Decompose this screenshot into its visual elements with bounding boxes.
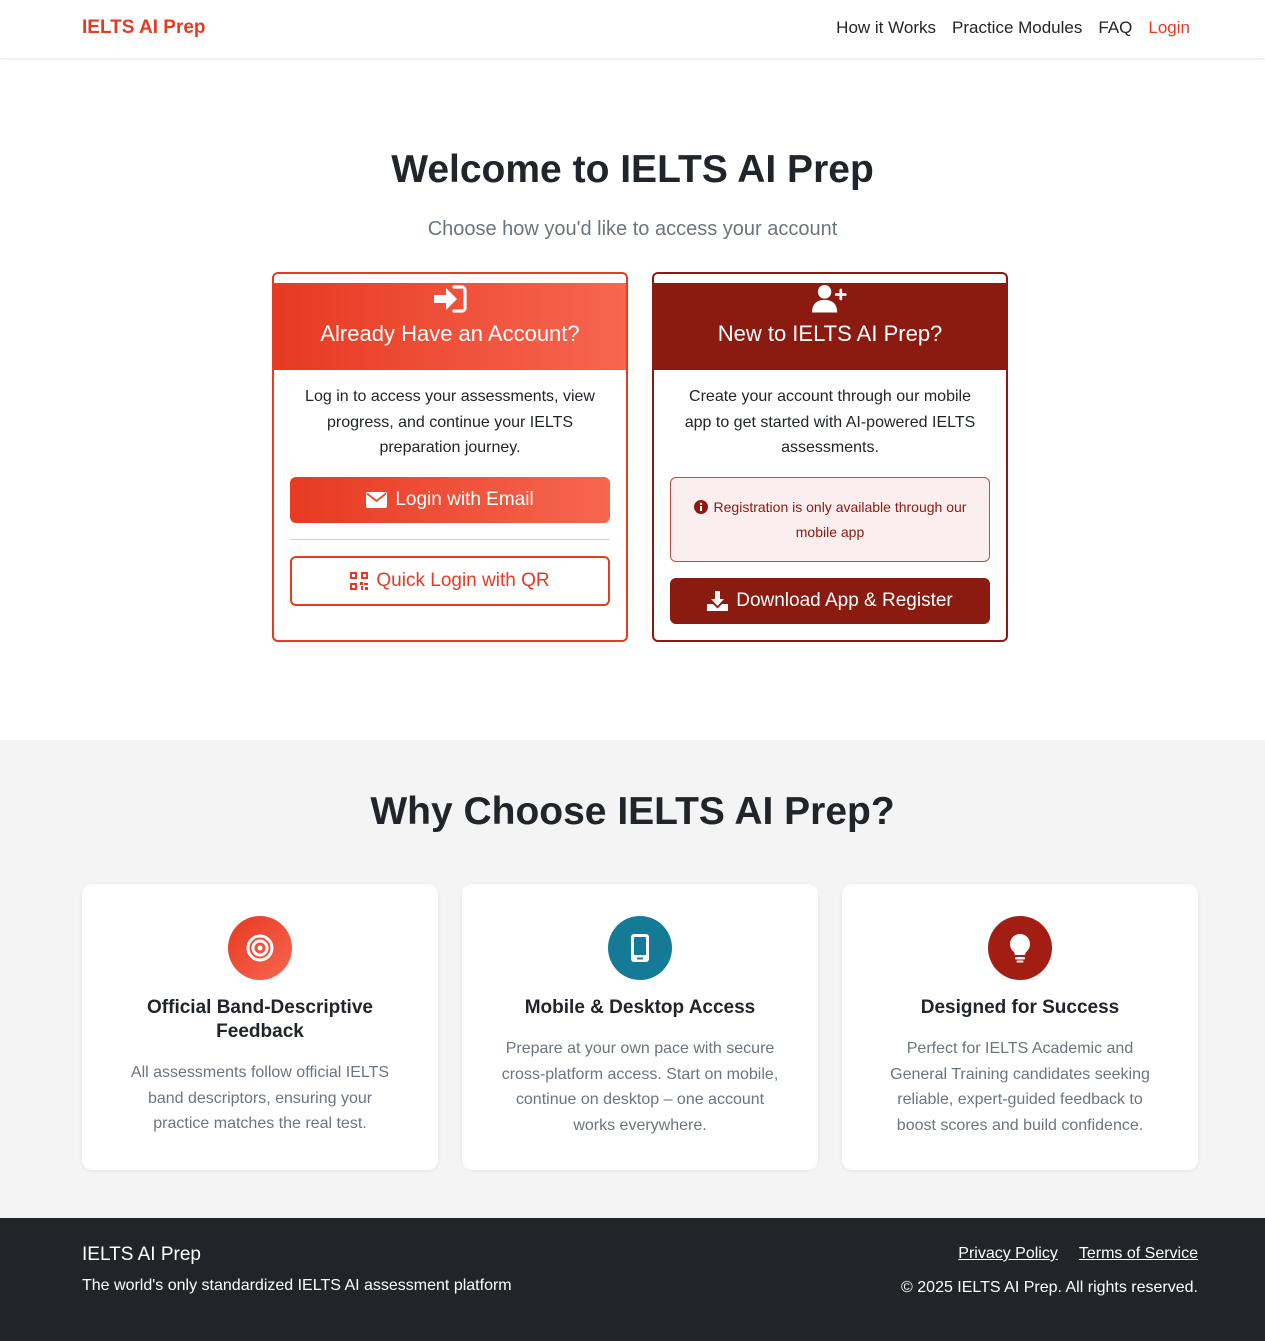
- feature-title: Mobile & Desktop Access: [524, 997, 756, 1018]
- nav-how-it-works[interactable]: How it Works: [836, 18, 936, 38]
- feature-card-access: Mobile & Desktop Access Prepare at your …: [462, 884, 818, 1170]
- nav-links: How it Works Practice Modules FAQ Login: [836, 18, 1190, 38]
- page-subtitle: Choose how you'd like to access your acc…: [427, 218, 838, 240]
- footer-tagline: The world's only standardized IELTS AI a…: [82, 1277, 512, 1294]
- feature-text: All assessments follow official IELTS ba…: [130, 1064, 390, 1132]
- login-card: Already Have an Account? Log in to acces…: [272, 272, 628, 642]
- page-title: Welcome to IELTS AI Prep: [391, 148, 874, 191]
- quick-login-qr-button[interactable]: Quick Login with QR: [290, 556, 610, 606]
- mobile-icon: [608, 916, 672, 980]
- divider: [290, 539, 610, 540]
- feature-text: Prepare at your own pace with secure cro…: [501, 1040, 779, 1134]
- download-app-register-button[interactable]: Download App & Register: [670, 578, 990, 624]
- user-plus-icon: [812, 285, 847, 313]
- feature-card-feedback: Official Band-Descriptive Feedback All a…: [82, 884, 438, 1170]
- feature-title: Designed for Success: [920, 997, 1120, 1018]
- feature-card-success: Designed for Success Perfect for IELTS A…: [842, 884, 1198, 1170]
- envelope-icon: [366, 492, 388, 508]
- feature-text: Perfect for IELTS Academic and General T…: [890, 1040, 1150, 1134]
- copyright-text: © 2025 IELTS AI Prep. All rights reserve…: [901, 1279, 1198, 1296]
- nav-practice-modules[interactable]: Practice Modules: [952, 18, 1082, 38]
- register-card: New to IELTS AI Prep? Create your accoun…: [652, 272, 1008, 642]
- terms-of-service-link[interactable]: Terms of Service: [1079, 1245, 1198, 1263]
- why-title: Why Choose IELTS AI Prep?: [370, 790, 895, 833]
- login-card-text: Log in to access your assessments, view …: [305, 388, 595, 456]
- registration-alert-text: Registration is only available through o…: [713, 499, 967, 540]
- register-card-text: Create your account through our mobile a…: [684, 388, 976, 456]
- login-with-email-label: Login with Email: [395, 489, 534, 510]
- footer: IELTS AI Prep The world's only standardi…: [0, 1218, 1265, 1341]
- login-card-title: Already Have an Account?: [320, 321, 580, 346]
- download-app-register-label: Download App & Register: [736, 590, 953, 611]
- registration-alert: Registration is only available through o…: [670, 477, 990, 562]
- sign-in-icon: [434, 285, 467, 313]
- nav-faq[interactable]: FAQ: [1098, 18, 1132, 38]
- top-navbar: IELTS AI Prep How it Works Practice Modu…: [0, 0, 1265, 58]
- lightbulb-icon: [988, 916, 1052, 980]
- info-circle-icon: [693, 500, 708, 514]
- register-card-header: New to IELTS AI Prep?: [654, 283, 1006, 370]
- nav-login[interactable]: Login: [1148, 18, 1190, 38]
- privacy-policy-link[interactable]: Privacy Policy: [958, 1245, 1058, 1263]
- feature-title: Official Band-Descriptive Feedback: [147, 997, 373, 1042]
- download-icon: [707, 591, 729, 611]
- login-with-email-button[interactable]: Login with Email: [290, 477, 610, 523]
- brand-logo[interactable]: IELTS AI Prep: [82, 17, 206, 39]
- qr-code-icon: [350, 572, 369, 590]
- target-icon: [228, 916, 292, 980]
- why-section: Why Choose IELTS AI Prep? Official Band-…: [0, 740, 1265, 1218]
- quick-login-qr-label: Quick Login with QR: [376, 570, 550, 591]
- footer-links: Privacy Policy Terms of Service: [958, 1245, 1198, 1263]
- register-card-title: New to IELTS AI Prep?: [717, 321, 943, 346]
- login-card-header: Already Have an Account?: [274, 283, 626, 370]
- footer-brand: IELTS AI Prep: [82, 1244, 201, 1265]
